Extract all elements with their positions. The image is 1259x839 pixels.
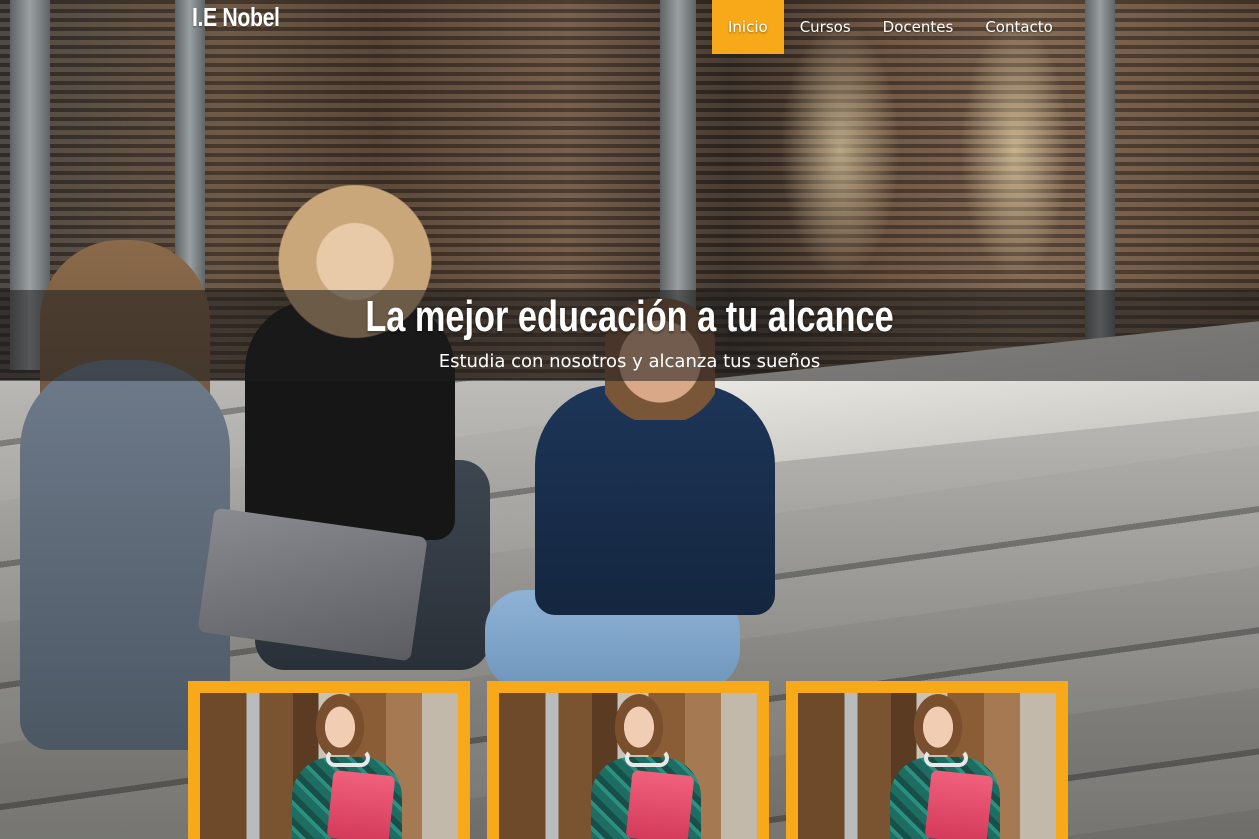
hero-subtitle: Estudia con nosotros y alcanza tus sueño… <box>438 351 821 372</box>
student-head <box>913 693 963 755</box>
building-window-light <box>960 20 1070 280</box>
headphones-icon <box>326 749 370 767</box>
student-head <box>614 693 664 755</box>
card-image <box>499 693 757 839</box>
course-card[interactable] <box>786 681 1068 839</box>
site-logo[interactable]: I.E Nobel <box>192 2 280 38</box>
headphones-icon <box>625 749 669 767</box>
nav-item-cursos[interactable]: Cursos <box>784 0 867 54</box>
card-image <box>200 693 458 839</box>
student-head <box>315 693 365 755</box>
headphones-icon <box>924 749 968 767</box>
course-cards <box>188 681 1068 839</box>
main-navigation: Inicio Cursos Docentes Contacto <box>712 0 1069 54</box>
nav-item-inicio[interactable]: Inicio <box>712 0 784 54</box>
card-image <box>798 693 1056 839</box>
nav-item-docentes[interactable]: Docentes <box>867 0 970 54</box>
book-icon <box>625 769 695 839</box>
hero-title: La mejor educación a tu alcance <box>365 292 894 341</box>
book-icon <box>326 769 396 839</box>
building-window-light <box>780 20 900 280</box>
book-icon <box>924 769 994 839</box>
course-card[interactable] <box>188 681 470 839</box>
nav-item-contacto[interactable]: Contacto <box>969 0 1069 54</box>
course-card[interactable] <box>487 681 769 839</box>
